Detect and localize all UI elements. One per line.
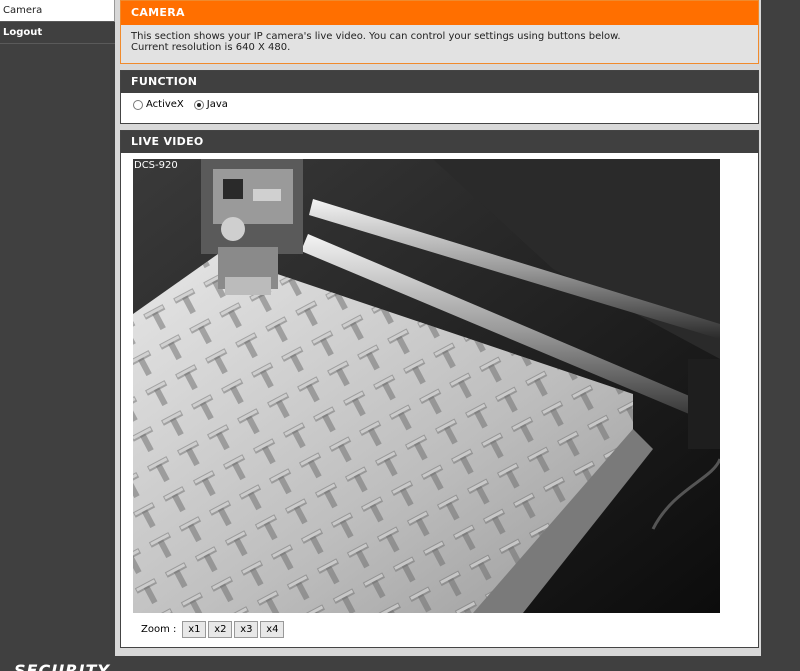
- function-radio-group: ActiveX Java: [121, 93, 758, 110]
- zoom-controls: Zoom : x1 x2 x3 x4: [141, 621, 285, 638]
- sidebar-item-camera[interactable]: Camera: [0, 0, 115, 22]
- camera-section-title: CAMERA: [121, 1, 758, 25]
- radio-label: ActiveX: [146, 99, 184, 110]
- zoom-x3-button[interactable]: x3: [234, 621, 259, 638]
- sidebar-item-label: Logout: [3, 27, 43, 38]
- function-section: FUNCTION ActiveX Java: [120, 70, 759, 124]
- video-image: [133, 159, 720, 613]
- zoom-x1-button[interactable]: x1: [182, 621, 207, 638]
- live-video-section-title: LIVE VIDEO: [121, 131, 758, 153]
- camera-section: CAMERA This section shows your IP camera…: [120, 0, 759, 64]
- zoom-label: Zoom :: [141, 624, 177, 635]
- footer-bar: SECURITY: [0, 656, 800, 671]
- camera-section-description: This section shows your IP camera's live…: [121, 25, 758, 53]
- main-content: CAMERA This section shows your IP camera…: [120, 0, 761, 656]
- radio-unchecked-icon[interactable]: [133, 99, 143, 110]
- footer-brand-logo: SECURITY: [14, 661, 110, 671]
- live-video-feed[interactable]: DCS-920: [133, 159, 720, 613]
- right-margin: [761, 0, 800, 656]
- description-line: This section shows your IP camera's live…: [131, 31, 621, 42]
- resolution-line: Current resolution is 640 X 480.: [131, 42, 291, 53]
- radio-checked-icon[interactable]: [193, 99, 204, 110]
- radio-label: Java: [206, 99, 228, 110]
- camera-name-overlay: DCS-920: [134, 160, 178, 171]
- live-video-section: LIVE VIDEO DCS-920 Zoom: x1 x2 x3 x4: [120, 130, 759, 648]
- sidebar: Camera Logout: [0, 0, 115, 656]
- activex-radio[interactable]: ActiveX: [133, 99, 184, 110]
- java-radio[interactable]: Java: [193, 99, 228, 110]
- function-section-title: FUNCTION: [121, 71, 758, 93]
- zoom-x2-button[interactable]: x2: [208, 621, 233, 638]
- zoom-x4-button[interactable]: x4: [260, 621, 285, 638]
- sidebar-item-logout[interactable]: Logout: [0, 22, 115, 44]
- sidebar-item-label: Camera: [3, 5, 43, 16]
